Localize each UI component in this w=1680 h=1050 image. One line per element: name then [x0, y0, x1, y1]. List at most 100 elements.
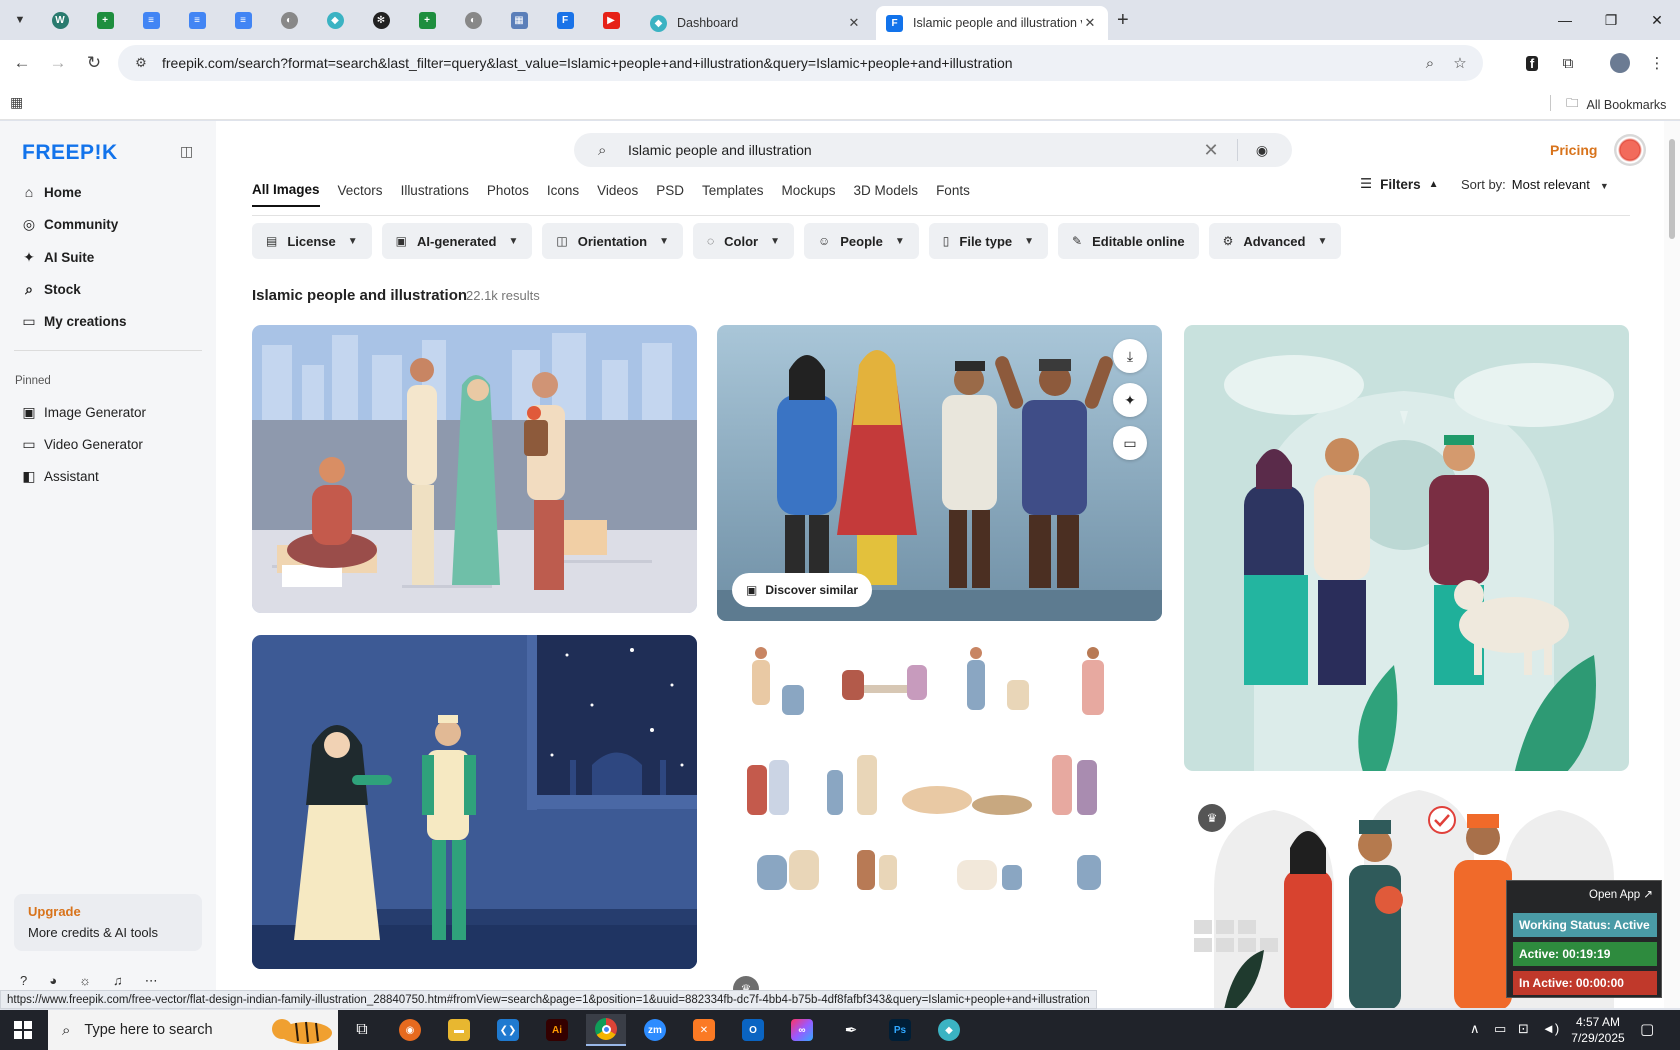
sidebar-item-stock[interactable]: ⌕ Stock	[14, 274, 204, 304]
chip-file-type[interactable]: ▯ File type ▼	[928, 223, 1049, 259]
clear-search-icon[interactable]: ✕	[1199, 140, 1223, 161]
taskbar-chrome[interactable]	[586, 1014, 626, 1046]
search-bar[interactable]: ⌕ Islamic people and illustration ✕ ◉	[574, 133, 1292, 167]
sort-dropdown[interactable]: Sort by: Most relevant ▼	[1461, 177, 1609, 192]
tab-vectors[interactable]: Vectors	[338, 173, 383, 207]
taskbar-zoom[interactable]: zm	[635, 1014, 675, 1046]
user-avatar[interactable]	[1614, 134, 1646, 166]
apps-grid-icon[interactable]: ▦	[10, 94, 23, 111]
result-card-praying-couple[interactable]	[252, 635, 697, 969]
notification-icon[interactable]: ▢	[1640, 1020, 1654, 1038]
pinned-tab-7[interactable]: ◆	[319, 8, 351, 32]
back-button[interactable]: ←	[9, 50, 35, 76]
chip-people[interactable]: ☺ People ▼	[803, 223, 919, 259]
close-icon[interactable]: ✕	[1082, 15, 1098, 31]
url-text[interactable]: freepik.com/search?format=search&last_fi…	[162, 55, 1415, 71]
pinned-tab-3[interactable]: ≡	[135, 8, 167, 32]
close-icon[interactable]: ✕	[846, 15, 862, 31]
filters-toggle[interactable]: ☰ Filters ▲	[1360, 176, 1439, 192]
tab-templates[interactable]: Templates	[702, 173, 764, 207]
tab-illustrations[interactable]: Illustrations	[401, 173, 469, 207]
theme-icon[interactable]: ☼	[79, 973, 91, 989]
freepik-logo[interactable]: FREEP!K	[22, 141, 118, 165]
tray-network-icon[interactable]: ⊡	[1518, 1021, 1529, 1037]
sidebar-item-video-generator[interactable]: ▭ Video Generator	[14, 429, 204, 459]
sidebar-item-community[interactable]: ◎ Community	[14, 209, 204, 239]
tab-dashboard[interactable]: ◆ Dashboard ✕	[640, 6, 872, 40]
ai-edit-icon[interactable]: ✦	[1113, 383, 1147, 417]
tray-monitor-icon[interactable]: ▭	[1494, 1021, 1506, 1037]
system-clock[interactable]: 4:57 AM 7/29/2025	[1566, 1014, 1630, 1046]
result-card-indian-family[interactable]: ⤓ ✦ ▭ ▣ Discover similar	[717, 325, 1162, 621]
sidebar-item-ai-suite[interactable]: ✦ AI Suite	[14, 242, 204, 272]
chip-orientation[interactable]: ◫ Orientation ▼	[542, 223, 683, 259]
tab-all-images[interactable]: All Images	[252, 173, 320, 207]
taskbar-search[interactable]: ⌕ Type here to search	[48, 1010, 338, 1050]
tab-3d-models[interactable]: 3D Models	[854, 173, 919, 207]
discover-similar-button[interactable]: ▣ Discover similar	[732, 573, 873, 607]
pinned-tab-2[interactable]: +	[89, 8, 121, 32]
tray-volume-icon[interactable]: ◄)	[1542, 1021, 1559, 1036]
browser-menu-icon[interactable]: ⋮	[1644, 50, 1670, 76]
download-icon[interactable]: ⤓	[1113, 339, 1147, 373]
tab-photos[interactable]: Photos	[487, 173, 529, 207]
address-bar[interactable]: ⚙ freepik.com/search?format=search&last_…	[118, 45, 1483, 81]
chip-ai-generated[interactable]: ▣ AI-generated ▼	[381, 223, 533, 259]
more-icon[interactable]: ⋯	[145, 973, 158, 989]
result-card-character-set[interactable]	[717, 635, 1162, 969]
taskbar-firefox[interactable]: ◉	[390, 1014, 430, 1046]
new-tab-button[interactable]: +	[1117, 9, 1129, 32]
tab-fonts[interactable]: Fonts	[936, 173, 970, 207]
minimize-button[interactable]: —	[1542, 6, 1588, 34]
sidebar-item-my-creations[interactable]: ▭ My creations	[14, 306, 204, 336]
zoom-icon[interactable]: ⌕	[1415, 55, 1445, 72]
forward-button[interactable]: →	[45, 50, 71, 76]
pinned-tab-13[interactable]: ▶	[595, 8, 627, 32]
result-card-eid-greeting[interactable]	[1184, 325, 1629, 771]
pinned-tab-1[interactable]: W	[44, 8, 76, 32]
tab-videos[interactable]: Videos	[597, 173, 638, 207]
chip-license[interactable]: ▤ License ▼	[252, 223, 372, 259]
restore-button[interactable]: ❐	[1588, 6, 1634, 34]
extensions-puzzle-icon[interactable]: ⧉	[1555, 50, 1581, 76]
taskbar-outlook[interactable]: O	[733, 1014, 773, 1046]
pinned-tab-5[interactable]: ≡	[227, 8, 259, 32]
tab-search-menu[interactable]: ▼	[8, 8, 32, 32]
taskbar-xampp[interactable]: ✕	[684, 1014, 724, 1046]
close-window-button[interactable]: ✕	[1634, 6, 1680, 34]
pricing-link[interactable]: Pricing	[1550, 142, 1597, 158]
pinned-tab-6[interactable]: ◐	[273, 8, 305, 32]
pinned-tab-4[interactable]: ≡	[181, 8, 213, 32]
taskbar-app[interactable]: ◆	[929, 1014, 969, 1046]
taskbar-vscode[interactable]: ❮❯	[488, 1014, 528, 1046]
sidebar-item-image-generator[interactable]: ▣ Image Generator	[14, 397, 204, 427]
bell-icon[interactable]: ♫	[113, 973, 123, 989]
taskbar-file-explorer[interactable]: ▬	[439, 1014, 479, 1046]
camera-search-icon[interactable]: ◉	[1248, 142, 1276, 159]
search-input[interactable]: Islamic people and illustration	[628, 142, 1199, 158]
upgrade-card[interactable]: Upgrade More credits & AI tools	[14, 894, 202, 951]
pinned-tab-11[interactable]: ▦	[503, 8, 535, 32]
pinned-tab-12[interactable]: F	[549, 8, 581, 32]
sidebar-collapse-icon[interactable]: ◫	[180, 143, 193, 160]
pinned-tab-10[interactable]: ◐	[457, 8, 489, 32]
bookmark-star-icon[interactable]: ☆	[1445, 54, 1475, 72]
taskbar-photoshop[interactable]: Ps	[880, 1014, 920, 1046]
sidebar-item-assistant[interactable]: ◧ Assistant	[14, 461, 204, 491]
reload-button[interactable]: ↻	[81, 50, 107, 76]
tray-chevron-icon[interactable]: ∧	[1470, 1021, 1480, 1037]
page-scrollbar-thumb[interactable]	[1669, 139, 1675, 239]
pinned-tab-8[interactable]: ✻	[365, 8, 397, 32]
chip-advanced[interactable]: ⚙ Advanced ▼	[1208, 223, 1342, 259]
task-view-icon[interactable]: ⧉	[342, 1014, 382, 1046]
site-info-icon[interactable]: ⚙	[130, 55, 152, 71]
discord-icon[interactable]: ◕	[49, 973, 57, 989]
result-card-charity[interactable]	[252, 325, 697, 613]
help-icon[interactable]: ?	[20, 973, 27, 989]
page-scrollbar-track[interactable]	[1664, 121, 1680, 1008]
pinned-tab-9[interactable]: +	[411, 8, 443, 32]
taskbar-pen-tool[interactable]: ✒	[831, 1014, 871, 1046]
tab-freepik[interactable]: F Islamic people and illustration v ✕	[876, 6, 1108, 40]
sidebar-item-home[interactable]: ⌂ Home	[14, 177, 204, 207]
windows-start-button[interactable]	[14, 1021, 32, 1039]
